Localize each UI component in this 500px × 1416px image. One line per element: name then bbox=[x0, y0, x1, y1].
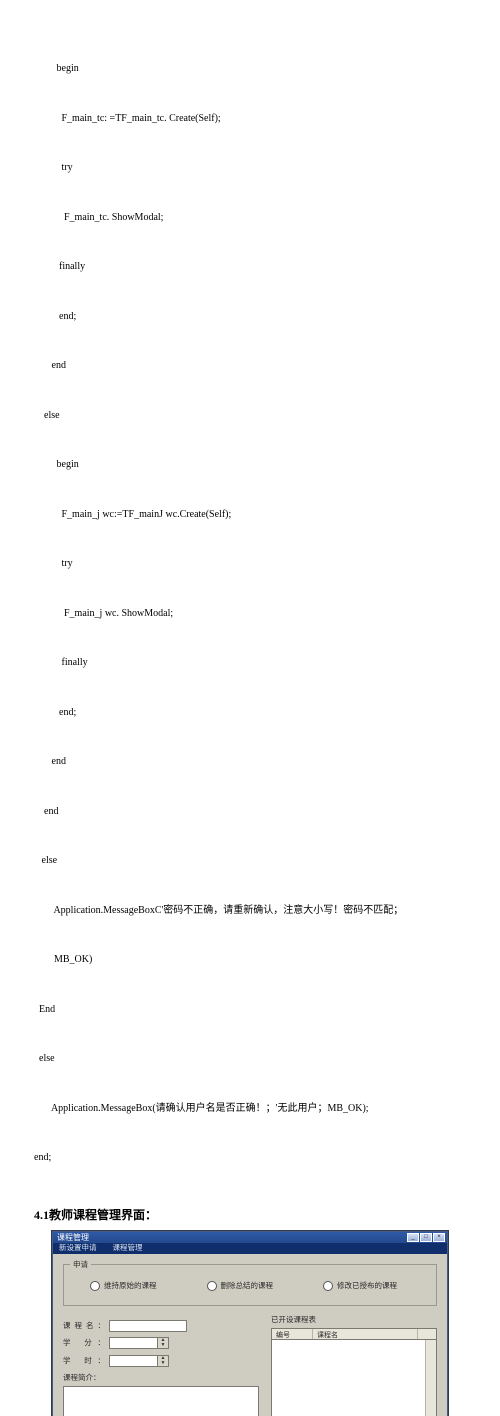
radio-icon bbox=[323, 1281, 333, 1291]
col-id[interactable]: 编号 bbox=[272, 1329, 313, 1339]
code-line: F_main_j wc. ShowModal; bbox=[34, 606, 466, 623]
app-window: 课程管理 _ □ × 新设置申请 课程管理 申请 维持原始的课程 bbox=[52, 1231, 448, 1416]
list-title: 已开设课程表 bbox=[271, 1314, 437, 1326]
row-hours: 学 时： ▲▼ bbox=[63, 1355, 261, 1367]
code-line: F_main_tc. ShowModal; bbox=[34, 210, 466, 227]
code-line: finally bbox=[34, 655, 466, 672]
code-line: End bbox=[34, 1002, 466, 1019]
code-block: begin F_main_tc: =TF_main_tc. Create(Sel… bbox=[34, 28, 466, 1200]
row-credit: 学 分： ▲▼ bbox=[63, 1337, 261, 1349]
code-line: else bbox=[34, 853, 466, 870]
title-bar: 课程管理 _ □ × 新设置申请 课程管理 bbox=[53, 1232, 447, 1254]
code-line: Application.MessageBox(请确认用户名是否正确！；'无此用户… bbox=[34, 1101, 466, 1118]
code-line: end bbox=[34, 754, 466, 771]
radio-label: 维持原始的课程 bbox=[104, 1280, 157, 1292]
window-title: 课程管理 bbox=[57, 1234, 89, 1242]
code-line: end bbox=[34, 804, 466, 821]
scrollbar-vertical[interactable] bbox=[425, 1340, 436, 1416]
code-line: end bbox=[34, 358, 466, 375]
code-line: begin bbox=[34, 457, 466, 474]
code-line: F_main_j wc:=TF_mainJ wc.Create(Self); bbox=[34, 507, 466, 524]
group-apply-legend: 申请 bbox=[70, 1259, 91, 1271]
col-name[interactable]: 课程名 bbox=[313, 1329, 418, 1339]
row-course-name: 课程名： bbox=[63, 1320, 261, 1332]
radio-row: 维持原始的课程 删除总结的课程 修改已授布的课程 bbox=[72, 1275, 428, 1297]
label-credit: 学 分： bbox=[63, 1337, 109, 1349]
input-course-name[interactable] bbox=[109, 1320, 187, 1332]
code-line: begin bbox=[34, 61, 466, 78]
label-course-name: 课程名： bbox=[63, 1320, 109, 1332]
spin-buttons[interactable]: ▲▼ bbox=[157, 1338, 168, 1348]
input-hours[interactable]: ▲▼ bbox=[109, 1355, 169, 1367]
label-hours: 学 时： bbox=[63, 1355, 109, 1367]
radio-label: 修改已授布的课程 bbox=[337, 1280, 397, 1292]
code-line: end; bbox=[34, 309, 466, 326]
form-column: 课程名： 学 分： ▲▼ 学 时： ▲▼ bbox=[63, 1312, 261, 1416]
radio-icon bbox=[207, 1281, 217, 1291]
menu-bar: 新设置申请 课程管理 bbox=[53, 1243, 447, 1254]
group-apply: 申请 维持原始的课程 删除总结的课程 修改已授布的课程 bbox=[63, 1264, 437, 1306]
label-memo: 课程简介： bbox=[63, 1372, 261, 1384]
window-controls: _ □ × bbox=[407, 1233, 445, 1242]
menu-item-manage[interactable]: 课程管理 bbox=[113, 1244, 143, 1252]
list-body[interactable] bbox=[271, 1340, 437, 1416]
input-credit[interactable]: ▲▼ bbox=[109, 1337, 169, 1349]
document-page: begin F_main_tc: =TF_main_tc. Create(Sel… bbox=[0, 0, 500, 708]
code-line: try bbox=[34, 556, 466, 573]
code-line: finally bbox=[34, 259, 466, 276]
code-line: end; bbox=[34, 1150, 466, 1167]
radio-icon bbox=[90, 1281, 100, 1291]
app-body: 申请 维持原始的课程 删除总结的课程 修改已授布的课程 bbox=[53, 1254, 447, 1416]
spin-buttons[interactable]: ▲▼ bbox=[157, 1356, 168, 1366]
list-header: 编号 课程名 bbox=[271, 1328, 437, 1340]
list-column: 已开设课程表 编号 课程名 bbox=[271, 1312, 437, 1416]
maximize-icon[interactable]: □ bbox=[420, 1233, 432, 1242]
menu-item-apply[interactable]: 新设置申请 bbox=[59, 1244, 97, 1252]
code-line: else bbox=[34, 408, 466, 425]
radio-modify[interactable]: 修改已授布的课程 bbox=[323, 1280, 397, 1292]
code-line: end; bbox=[34, 705, 466, 722]
code-line: else bbox=[34, 1051, 466, 1068]
code-line: MB_OK) bbox=[34, 952, 466, 969]
minimize-icon[interactable]: _ bbox=[407, 1233, 419, 1242]
radio-keep[interactable]: 维持原始的课程 bbox=[90, 1280, 157, 1292]
radio-delete[interactable]: 删除总结的课程 bbox=[207, 1280, 274, 1292]
radio-label: 删除总结的课程 bbox=[221, 1280, 274, 1292]
close-icon[interactable]: × bbox=[433, 1233, 445, 1242]
col-scroll-gap bbox=[418, 1329, 436, 1339]
mid-area: 课程名： 学 分： ▲▼ 学 时： ▲▼ bbox=[63, 1312, 437, 1416]
input-memo[interactable] bbox=[63, 1386, 259, 1416]
code-line: Application.MessageBoxC'密码不正确，请重新确认，注意大小… bbox=[34, 903, 466, 920]
section-heading: 4.1教师课程管理界面： bbox=[34, 1206, 466, 1226]
code-line: F_main_tc: =TF_main_tc. Create(Self); bbox=[34, 111, 466, 128]
code-line: try bbox=[34, 160, 466, 177]
